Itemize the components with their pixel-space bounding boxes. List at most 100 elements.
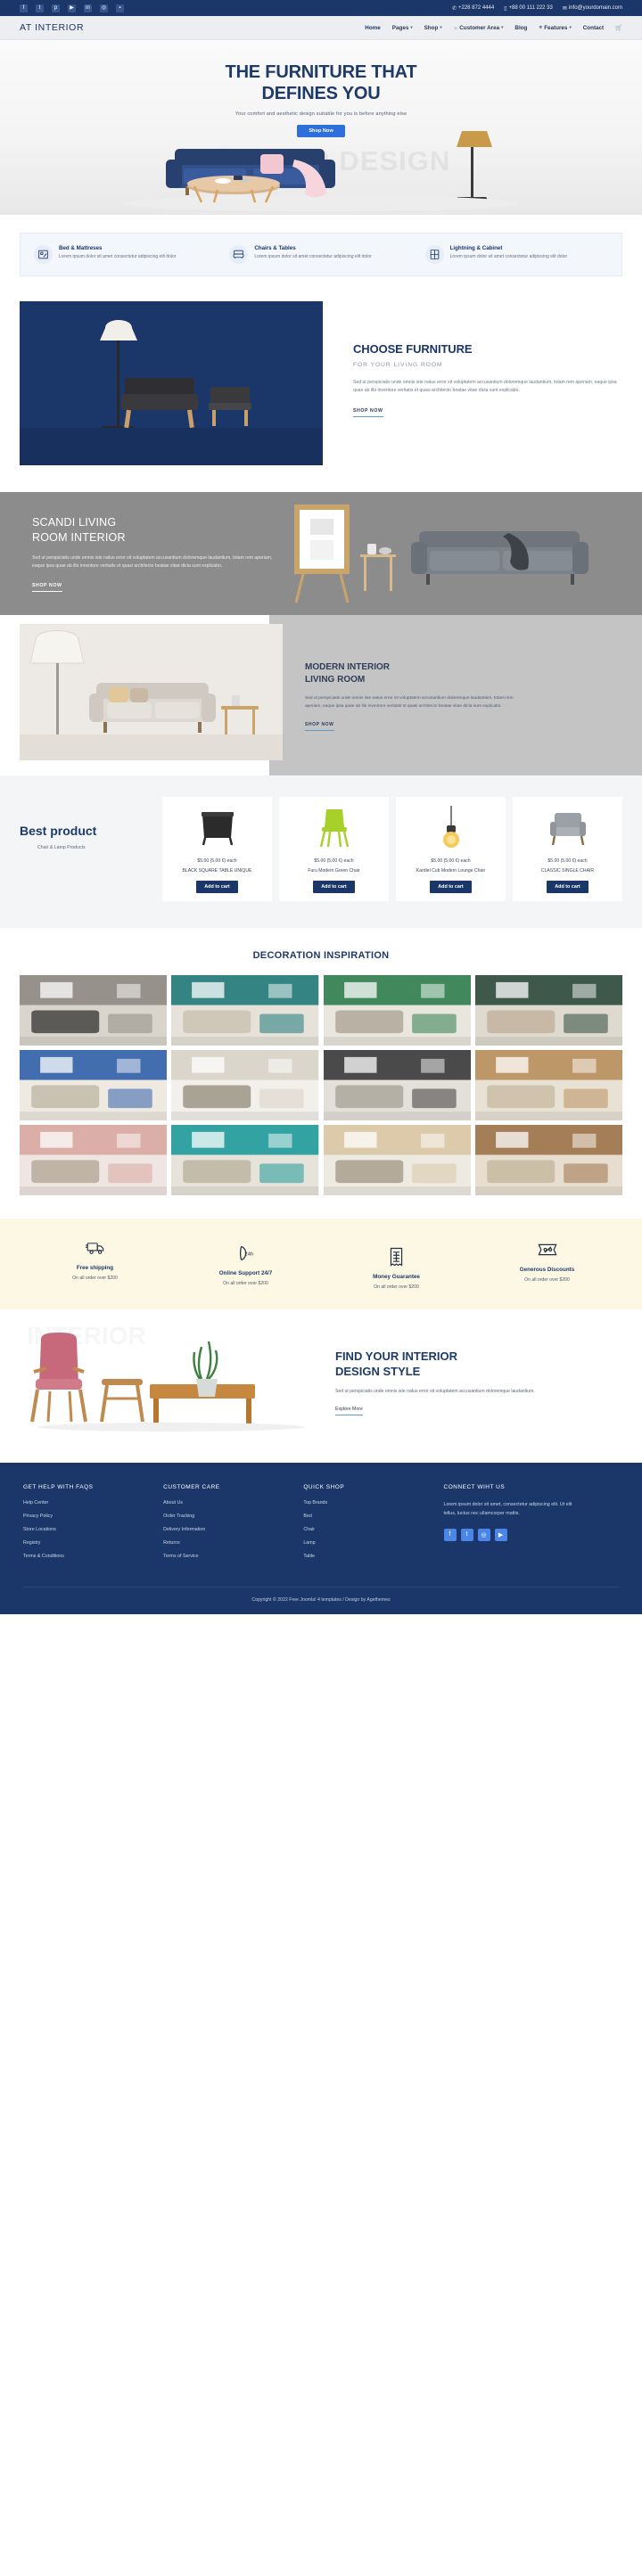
benefit-title: Generous Discounts [519,1267,575,1274]
nav-item-shop[interactable]: Shop ▾ [424,25,442,31]
email-contact[interactable]: ✉ info@yourdomain.com [563,5,622,12]
footer-link[interactable]: Returns [163,1540,303,1546]
youtube-icon[interactable]: ▶ [494,1528,507,1541]
decoration-cell-pastel-wood-chair[interactable] [323,1125,471,1196]
best-product-grid: $5.00 (5,00 €) each BLACK SQUARE TABLE U… [162,797,622,902]
product-name[interactable]: BLACK SQUARE TABLE UNIQUE [183,868,252,874]
benefit-desc: On all order over $200 [72,1276,118,1282]
product-name[interactable]: CLASSIC SINGLE CHAIR [541,868,594,874]
add-to-cart-button[interactable]: Add to cart [430,881,472,894]
find-heading-line2: DESIGN STYLE [335,1364,421,1378]
benefit-item: Money Guarantee On all order over $200 [321,1236,472,1290]
footer-link[interactable]: Order Tracking [163,1514,303,1519]
nav-item-home[interactable]: Home [365,25,381,31]
chevron-down-icon: ▾ [440,25,442,29]
decoration-cell-green-leaf-art-dining[interactable] [323,975,471,1046]
footer-link[interactable]: Privacy Policy [23,1514,163,1519]
facebook-icon[interactable]: f [20,4,28,12]
nav-item-customer-area[interactable]: ☺ Customer Area ▾ [454,25,504,31]
hero-title: THE FURNITURE THAT DEFINES YOU [0,62,642,104]
footer-link[interactable]: Registry [23,1540,163,1546]
twitter-icon[interactable]: t [36,4,44,12]
choose-shop-now-link[interactable]: SHOP NOW [353,408,383,417]
flickr-icon[interactable]: ▪ [116,4,124,12]
decoration-image [474,1125,622,1196]
footer-link[interactable]: Help Center [23,1500,163,1505]
footer-link[interactable]: Terms of Service [163,1554,303,1559]
youtube-icon[interactable]: ▶ [68,4,76,12]
benefits-section: Free shipping On all order over $200 24h… [0,1218,642,1310]
footer-link[interactable]: Delivery Information [163,1527,303,1532]
add-to-cart-button[interactable]: Add to cart [313,881,355,894]
footer-link[interactable]: Bed [303,1514,443,1519]
footer-link[interactable]: Table [303,1554,443,1559]
product-card[interactable]: $5.00 (5,00 €) each BLACK SQUARE TABLE U… [162,797,272,902]
site-logo[interactable]: AT INTERIOR [20,22,84,33]
cart-icon[interactable]: 🛒 [615,24,622,31]
facebook-icon[interactable]: f [443,1528,457,1541]
feature-card[interactable]: Lightning & Cabinet Lorem ipsum dolor si… [419,245,614,264]
add-to-cart-button[interactable]: Add to cart [196,881,238,894]
mobile-contact[interactable]: ▯ +88 00 111 222 33 [504,5,553,12]
product-name[interactable]: Furu Modern Green Chair [308,868,359,874]
add-to-cart-button[interactable]: Add to cart [547,881,588,894]
find-heading: FIND YOUR INTERIOR DESIGN STYLE [335,1350,622,1379]
phone-contact[interactable]: ✆ +228 872 4444 [452,5,494,12]
product-card[interactable]: $5.00 (5,00 €) each Furu Modern Green Ch… [279,797,389,902]
instagram-icon[interactable]: ◎ [477,1528,490,1541]
scandi-text: SCANDI LIVING ROOM INTERIOR Sed ut persp… [0,515,285,592]
features-section: Bed & Mattreses Lorem ipsum dolor sit am… [0,215,642,296]
feature-card[interactable]: Bed & Mattreses Lorem ipsum dolor sit am… [28,245,223,264]
nav-item-blog[interactable]: Blog [514,25,527,31]
footer-link[interactable]: Chair [303,1527,443,1532]
nav-item-contact[interactable]: Contact [583,25,604,31]
choose-kicker: FOR YOUR LIVING ROOM [353,362,443,368]
footer-column-title: CUSTOMER CARE [163,1484,220,1491]
decoration-cell-white-bright-kitchen[interactable] [171,1050,319,1121]
decoration-cell-monochrome-bedroom[interactable] [323,1050,471,1121]
decoration-cell-cardboard-box-room[interactable] [474,1050,622,1121]
product-card[interactable]: $5.00 (5,00 €) each CLASSIC SINGLE CHAIR… [513,797,622,902]
footer-link[interactable]: Store Locations [23,1527,163,1532]
feature-desc: Lorem ipsum dolor sit amet consectetur a… [59,254,177,259]
decoration-cell-wood-panel-bedroom[interactable] [474,1125,622,1196]
instagram-icon[interactable]: ◎ [100,4,108,12]
mobile-icon: ▯ [504,5,507,12]
decoration-cell-turquoise-sideboard[interactable] [171,1125,319,1196]
decoration-cell-teal-shelf-room[interactable] [171,975,319,1046]
footer-column-title: CONNECT WIHT US [443,1484,506,1491]
svg-text:24h: 24h [244,1251,253,1257]
hero-title-line2: DEFINES YOU [261,83,381,103]
twitter-icon[interactable]: t [460,1528,473,1541]
hero-section: INTERIOR DESIGN THE FURNITURE THAT DEFIN… [0,40,642,215]
decoration-cell-living-room-grey-sofa[interactable] [20,975,168,1046]
decoration-cell-pink-wall-dining[interactable] [20,1125,168,1196]
benefit-desc: On all order over $200 [524,1277,570,1284]
nav-item-pages[interactable]: Pages ▾ [392,25,413,31]
footer-link[interactable]: Lamp [303,1540,443,1546]
nav-item-features[interactable]: ✲ Features ▾ [539,25,571,31]
user-icon: ☺ [453,25,458,30]
benefit-desc: On all order over $200 [374,1284,419,1291]
footer-link[interactable]: About Us [163,1500,303,1505]
receipt-icon [321,1245,472,1267]
decoration-cell-dark-green-wall-sofa[interactable] [474,975,622,1046]
scandi-shop-now-link[interactable]: SHOP NOW [32,583,62,592]
pinterest-icon[interactable]: p [52,4,60,12]
decoration-section: DECORATION INSPIRATION [0,928,642,1219]
best-product-header: Best product Chair & Lamp Products [20,797,162,901]
benefit-title: Online Support 24/7 [218,1270,273,1277]
footer-link[interactable]: Terms & Conditions [23,1554,163,1559]
feature-card[interactable]: Chairs & Tables Lorem ipsum dolor sit am… [223,245,418,264]
product-name[interactable]: Kardiel Cub Modern Lounge Chair [416,868,485,874]
product-card[interactable]: $5.00 (5,00 €) each Kardiel Cub Modern L… [396,797,506,902]
linkedin-icon[interactable]: in [84,4,92,12]
scandi-section: SCANDI LIVING ROOM INTERIOR Sed ut persp… [0,492,642,615]
hero-shop-now-button[interactable]: Shop Now [297,125,345,138]
nav-menu: Home Pages ▾ Shop ▾ ☺ Customer Area ▾ Bl… [365,24,622,32]
feature-title: Lightning & Cabinet [449,245,503,251]
find-explore-more-link[interactable]: Explore More [335,1407,363,1415]
modern-shop-now-link[interactable]: SHOP NOW [305,722,334,731]
decoration-cell-blue-number-six-dining[interactable] [20,1050,168,1121]
footer-link[interactable]: Top Brands [303,1500,443,1505]
